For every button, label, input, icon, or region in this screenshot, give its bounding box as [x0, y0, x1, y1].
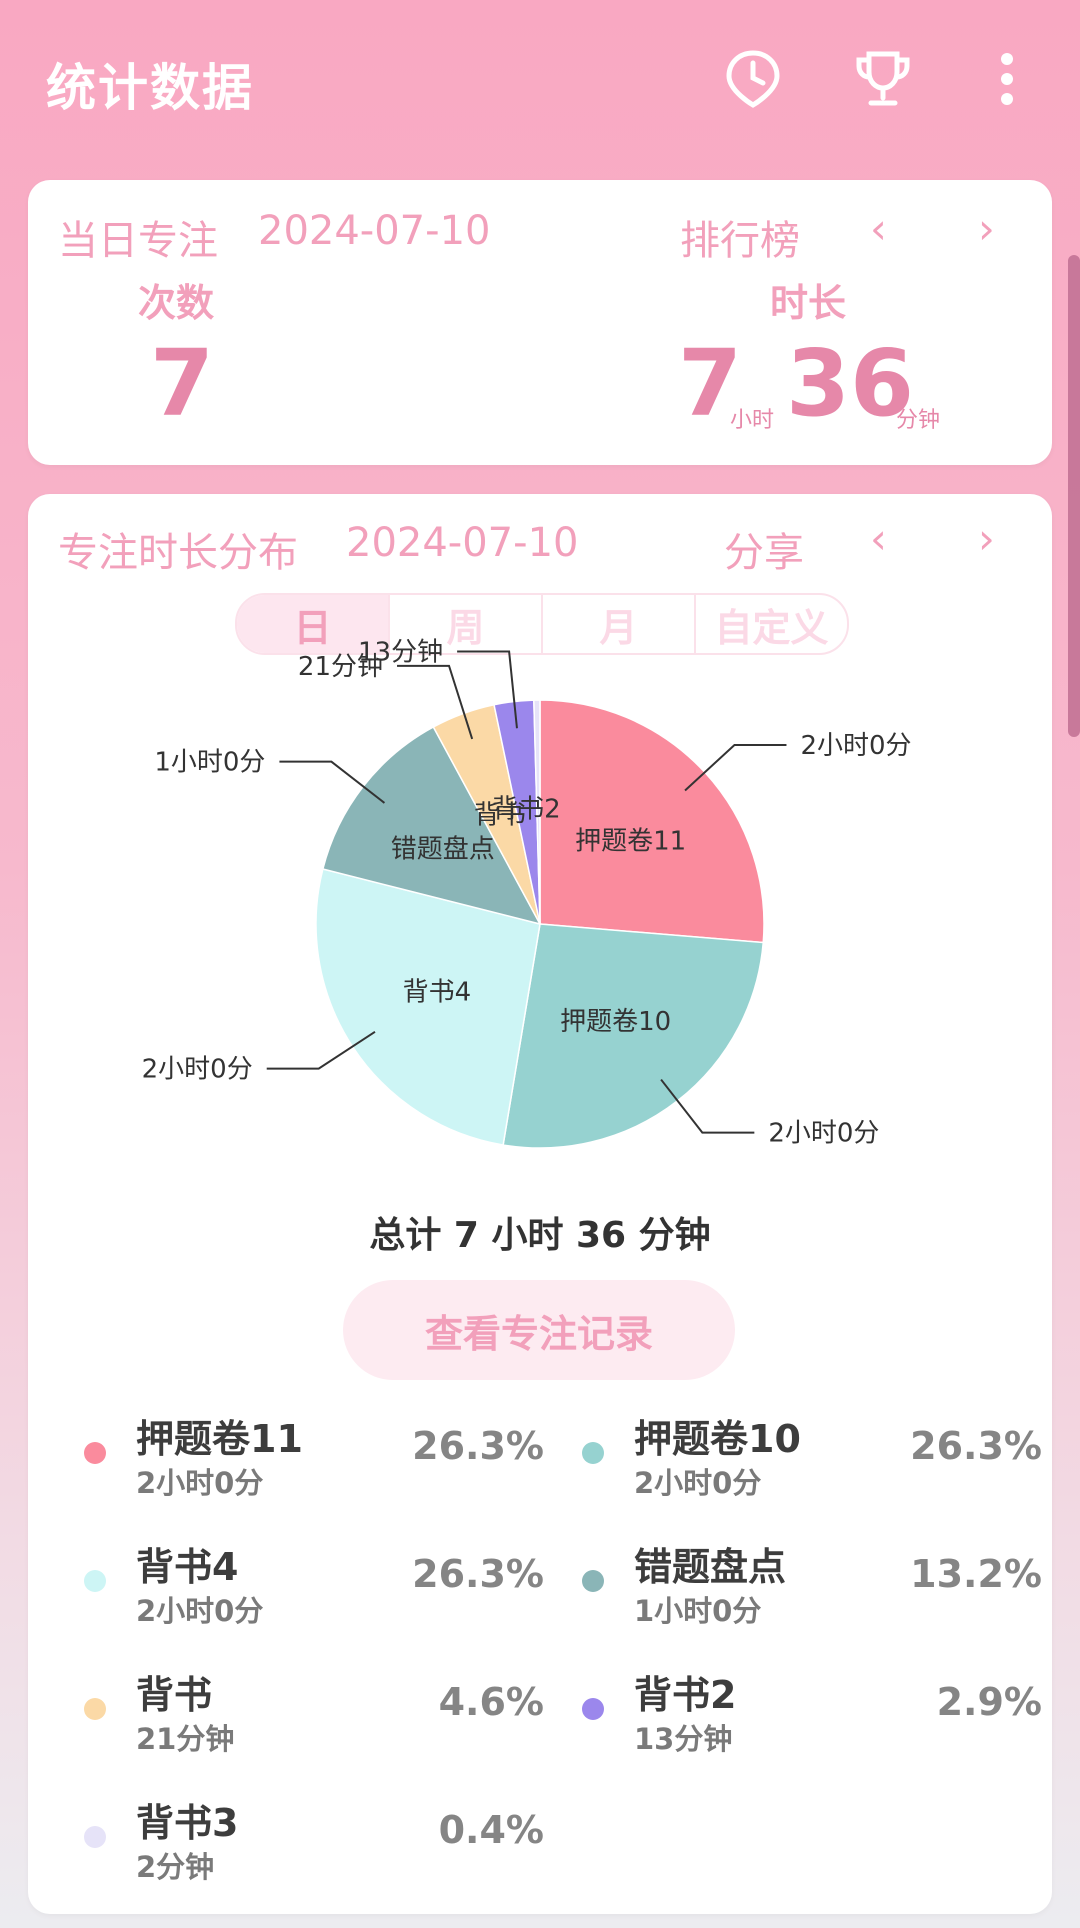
duration-hours-unit: 小时: [730, 408, 775, 433]
tab-week[interactable]: 周: [388, 595, 541, 653]
ranking-link[interactable]: 排行榜: [680, 208, 800, 266]
duration-minutes-unit: 分钟: [896, 408, 941, 433]
scrollbar[interactable]: [1068, 255, 1080, 737]
legend-duration: 13分钟: [634, 1722, 733, 1756]
legend-item: 错题盘点 1小时0分 13.2%: [582, 1528, 1042, 1628]
prev-day-chevron-icon[interactable]: ‹: [870, 204, 887, 253]
distribution-label: 专注时长分布: [58, 530, 298, 576]
duration-minutes-value: 36: [786, 330, 915, 437]
legend-item: 背书3 2分钟 0.4%: [84, 1784, 544, 1884]
legend-name: 错题盘点: [634, 1545, 787, 1589]
duration-label: 时长: [770, 281, 847, 325]
legend-name: 押题卷10: [634, 1417, 801, 1461]
daily-focus-label: 当日专注: [58, 218, 218, 264]
legend-color-dot: [582, 1442, 604, 1464]
legend-name: 背书4: [136, 1545, 239, 1589]
legend-duration: 21分钟: [136, 1722, 235, 1756]
more-vert-icon[interactable]: [972, 44, 1042, 114]
legend-color-dot: [84, 1698, 106, 1720]
legend-percent: 13.2%: [910, 1552, 1042, 1596]
tab-custom[interactable]: 自定义: [694, 595, 847, 653]
next-period-chevron-icon[interactable]: ›: [978, 514, 995, 563]
legend-percent: 0.4%: [438, 1808, 544, 1852]
legend-duration: 1小时0分: [634, 1594, 762, 1628]
legend-item: 背书2 13分钟 2.9%: [582, 1656, 1042, 1756]
legend-duration: 2分钟: [136, 1850, 215, 1884]
tab-day[interactable]: 日: [237, 595, 388, 653]
legend-name: 背书: [136, 1673, 213, 1717]
legend-color-dot: [84, 1442, 106, 1464]
daily-focus-card: 当日专注 2024-07-10 排行榜 ‹ › 次数 7 时长 7 小时 36 …: [28, 180, 1052, 465]
legend-duration: 2小时0分: [136, 1466, 264, 1500]
app-bar: 统计数据: [0, 0, 1080, 160]
view-records-button[interactable]: 查看专注记录: [343, 1280, 735, 1380]
tab-month[interactable]: 月: [541, 595, 694, 653]
legend-percent: 26.3%: [412, 1424, 544, 1468]
next-day-chevron-icon[interactable]: ›: [978, 204, 995, 253]
legend-percent: 2.9%: [936, 1680, 1042, 1724]
legend-percent: 4.6%: [438, 1680, 544, 1724]
page-title: 统计数据: [46, 59, 254, 117]
prev-period-chevron-icon[interactable]: ‹: [870, 514, 887, 563]
daily-focus-date: 2024-07-10: [258, 208, 491, 254]
legend-item: 押题卷11 2小时0分 26.3%: [84, 1400, 544, 1500]
legend-item: 背书4 2小时0分 26.3%: [84, 1528, 544, 1628]
legend-name: 押题卷11: [136, 1417, 303, 1461]
legend-item: 背书 21分钟 4.6%: [84, 1656, 544, 1756]
trophy-icon[interactable]: [848, 44, 918, 114]
legend-duration: 2小时0分: [136, 1594, 264, 1628]
count-value: 7: [150, 330, 215, 437]
legend-duration: 2小时0分: [634, 1466, 762, 1500]
legend-name: 背书2: [634, 1673, 737, 1717]
total-duration: 总计 7 小时 36 分钟: [369, 1215, 711, 1256]
legend-color-dot: [582, 1698, 604, 1720]
legend-color-dot: [582, 1570, 604, 1592]
legend-color-dot: [84, 1570, 106, 1592]
legend-color-dot: [84, 1826, 106, 1848]
legend-percent: 26.3%: [910, 1424, 1042, 1468]
legend-percent: 26.3%: [412, 1552, 544, 1596]
share-link[interactable]: 分享: [724, 520, 804, 578]
count-label: 次数: [138, 281, 215, 325]
legend-name: 背书3: [136, 1801, 239, 1845]
legend-item: 押题卷10 2小时0分 26.3%: [582, 1400, 1042, 1500]
period-tabs: 日 周 月 自定义: [235, 593, 849, 655]
history-clock-icon[interactable]: [718, 44, 788, 114]
distribution-date: 2024-07-10: [346, 520, 579, 566]
